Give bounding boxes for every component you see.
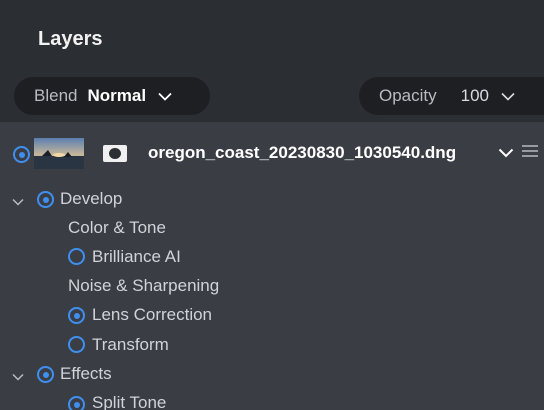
tree-lens-correction[interactable]: Lens Correction bbox=[92, 305, 212, 325]
layer-actions bbox=[498, 144, 538, 163]
develop-toggle-radio[interactable] bbox=[37, 191, 54, 208]
group-noise-sharpening: Noise & Sharpening bbox=[68, 276, 220, 295]
group-color-tone: Color & Tone bbox=[68, 218, 166, 237]
transform-radio[interactable] bbox=[68, 336, 85, 353]
hamburger-menu-icon[interactable] bbox=[522, 144, 538, 163]
blend-label: Blend bbox=[34, 86, 78, 105]
opacity-label: Opacity bbox=[379, 86, 437, 105]
effects-toggle-radio[interactable] bbox=[37, 366, 54, 383]
chevron-down-icon[interactable] bbox=[12, 193, 24, 211]
tree-develop[interactable]: Develop bbox=[60, 189, 122, 209]
layers-panel: Layers Blend Normal Opacity 100 oregon_c… bbox=[0, 0, 544, 410]
tree-brilliance-ai[interactable]: Brilliance AI bbox=[92, 247, 181, 267]
tree-effects[interactable]: Effects bbox=[60, 364, 112, 384]
mask-icon[interactable] bbox=[103, 145, 127, 162]
layer-select-radio[interactable] bbox=[13, 146, 30, 163]
blend-mode-dropdown[interactable]: Blend Normal bbox=[14, 77, 210, 115]
chevron-down-icon bbox=[501, 92, 515, 101]
chevron-down-icon[interactable] bbox=[12, 368, 24, 386]
chevron-down-icon[interactable] bbox=[498, 145, 514, 163]
brilliance-ai-radio[interactable] bbox=[68, 248, 85, 265]
tree-transform[interactable]: Transform bbox=[92, 335, 169, 355]
split-tone-radio[interactable] bbox=[68, 396, 85, 410]
blend-value: Normal bbox=[87, 86, 147, 105]
lens-correction-radio[interactable] bbox=[68, 307, 85, 324]
opacity-value: 100 bbox=[460, 86, 490, 105]
tree-split-tone[interactable]: Split Tone bbox=[92, 393, 166, 410]
landscape-thumbnail-icon[interactable] bbox=[34, 138, 84, 169]
chevron-down-icon bbox=[158, 92, 172, 101]
panel-title: Layers bbox=[38, 28, 103, 50]
layer-filename: oregon_coast_20230830_1030540.dng bbox=[148, 143, 457, 162]
layers-header: Layers Blend Normal Opacity 100 bbox=[0, 0, 544, 122]
opacity-dropdown[interactable]: Opacity 100 bbox=[359, 77, 544, 115]
